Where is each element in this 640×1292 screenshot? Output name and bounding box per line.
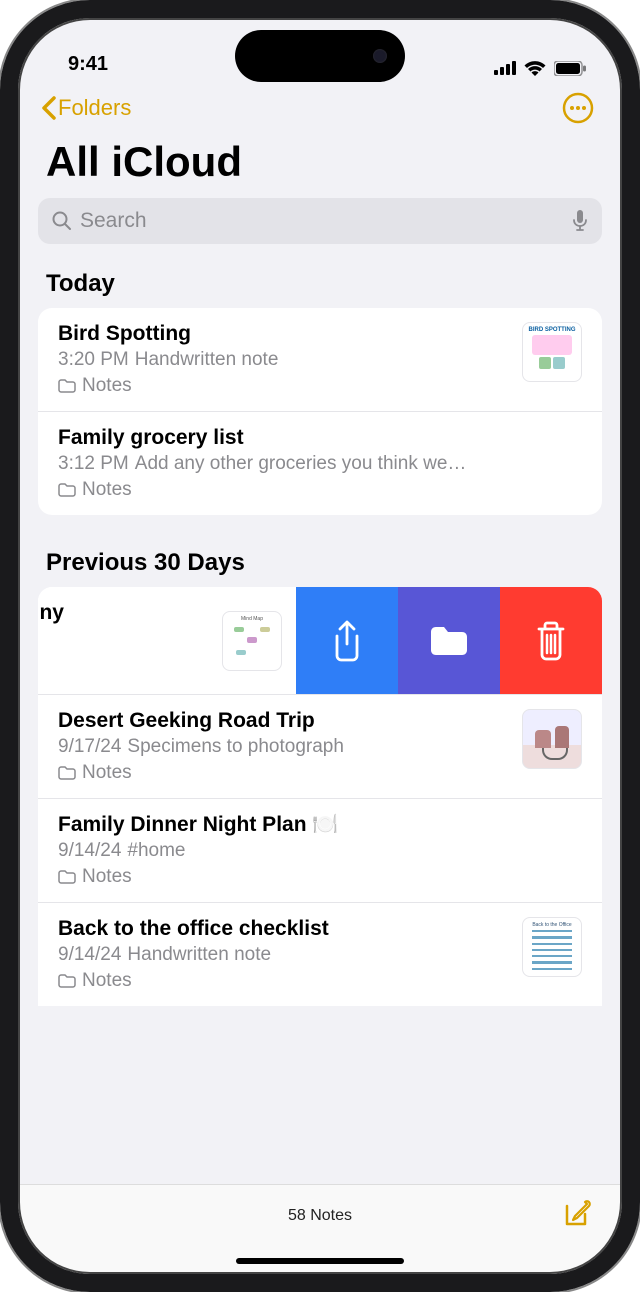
note-subtitle: 9/14/24Handwritten note — [58, 944, 508, 966]
swipe-share-button[interactable] — [296, 587, 398, 694]
note-row[interactable]: Back to the office checklist 9/14/24Hand… — [38, 903, 602, 1006]
section-header-today: Today — [18, 264, 622, 308]
note-title: Desert Geeking Road Trip — [58, 709, 508, 733]
folder-small-icon — [58, 870, 76, 884]
note-title: Bird Spotting — [58, 322, 508, 346]
mic-icon[interactable] — [572, 210, 588, 232]
dynamic-island — [235, 30, 405, 82]
swipe-move-button[interactable] — [398, 587, 500, 694]
swiped-thumb-area: Mind Map — [64, 587, 296, 694]
note-subtitle: 3:12 PMAdd any other groceries you think… — [58, 453, 582, 475]
notes-list[interactable]: Today Bird Spotting 3:20 PMHandwritten n… — [18, 264, 622, 1184]
swipe-delete-button[interactable] — [500, 587, 602, 694]
note-folder: Notes — [58, 479, 582, 501]
more-button[interactable] — [562, 92, 594, 124]
note-row[interactable]: Bird Spotting 3:20 PMHandwritten note No… — [38, 308, 602, 412]
folder-small-icon — [58, 483, 76, 497]
search-bar[interactable] — [38, 198, 602, 244]
note-thumbnail: Mind Map — [222, 611, 282, 671]
note-row[interactable]: Family Dinner Night Plan 🍽️ 9/14/24#home… — [38, 799, 602, 903]
note-folder: Notes — [58, 970, 508, 992]
compose-button[interactable] — [562, 1199, 592, 1234]
note-subtitle: 3:20 PMHandwritten note — [58, 349, 508, 371]
status-time: 9:41 — [68, 53, 108, 76]
note-title: Back to the office checklist — [58, 917, 508, 941]
note-thumbnail — [522, 709, 582, 769]
back-label: Folders — [58, 95, 131, 121]
folder-icon — [428, 624, 470, 658]
folder-small-icon — [58, 379, 76, 393]
status-indicators — [494, 60, 586, 76]
share-icon — [330, 620, 364, 662]
bottom-toolbar: 58 Notes — [18, 1184, 622, 1274]
note-thumbnail: Back to the Office — [522, 917, 582, 977]
note-row[interactable]: Family grocery list 3:12 PMAdd any other… — [38, 412, 602, 515]
page-title: All iCloud — [18, 130, 622, 198]
note-title: Family Dinner Night Plan 🍽️ — [58, 813, 582, 837]
today-group: Bird Spotting 3:20 PMHandwritten note No… — [38, 308, 602, 515]
back-button[interactable]: Folders — [40, 95, 131, 121]
chevron-back-icon — [40, 96, 56, 120]
note-subtitle: 9/14/24#home — [58, 840, 582, 862]
note-subtitle: 9/17/24Specimens to photograph — [58, 736, 508, 758]
home-indicator[interactable] — [236, 1258, 404, 1264]
folder-small-icon — [58, 974, 76, 988]
wifi-icon — [524, 60, 546, 76]
nav-bar: Folders — [18, 80, 622, 130]
note-row[interactable]: Desert Geeking Road Trip 9/17/24Specimen… — [38, 695, 602, 799]
section-header-prev30: Previous 30 Days — [18, 543, 622, 587]
note-title: Family grocery list — [58, 426, 582, 450]
trash-icon — [535, 621, 567, 661]
folder-small-icon — [58, 766, 76, 780]
search-input[interactable] — [80, 209, 564, 233]
search-wrap — [18, 198, 622, 264]
battery-icon — [554, 61, 586, 76]
swipe-actions — [296, 587, 602, 694]
prev30-group: ny Mind Map — [38, 587, 602, 1006]
more-icon — [562, 92, 594, 124]
search-icon — [52, 211, 72, 231]
note-row-swiped[interactable]: ny Mind Map — [38, 587, 602, 695]
cellular-icon — [494, 61, 516, 75]
compose-icon — [562, 1199, 592, 1229]
front-camera — [373, 49, 387, 63]
notes-count: 58 Notes — [288, 1207, 352, 1225]
note-thumbnail: BIRD SPOTTING — [522, 322, 582, 382]
note-folder: Notes — [58, 866, 582, 888]
note-folder: Notes — [58, 375, 508, 397]
note-folder: Notes — [58, 762, 508, 784]
swiped-title-remnant: ny — [38, 587, 64, 694]
